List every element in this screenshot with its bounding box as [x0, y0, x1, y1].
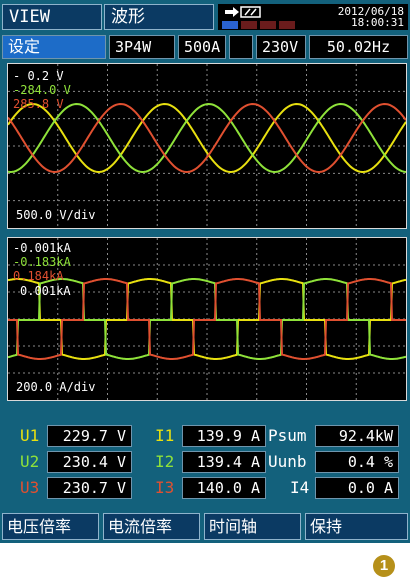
current-ch1-label: -0.001kA: [13, 241, 71, 255]
current-ch3-label: 0.184kA: [13, 269, 64, 283]
voltage-ratio-softkey[interactable]: 电压倍率: [2, 513, 99, 540]
uunb-label: Uunb: [268, 452, 307, 471]
voltage-scale-label: 500.0 V/div: [16, 208, 96, 222]
i1-value: 139.9 A: [182, 425, 266, 447]
time-axis-softkey[interactable]: 时间轴: [204, 513, 301, 540]
figure-number-badge: 1: [373, 555, 395, 577]
level-bar: [222, 21, 238, 29]
voltage-waveform-panel[interactable]: - 0.2 V -284.0 V 285.8 V 500.0 V/div: [7, 63, 407, 229]
u1-label: U1: [20, 426, 40, 445]
voltage-ch3-label: 285.8 V: [13, 97, 64, 111]
hold-softkey[interactable]: 保持: [305, 513, 408, 540]
status-area: 2012/06/18 18:00:31: [218, 4, 408, 30]
battery-plug-icon: [225, 6, 261, 18]
current-scale-label: 200.0 A/div: [16, 380, 96, 394]
current-waveform-panel[interactable]: -0.001kA -0.183kA 0.184kA 0.001kA 200.0 …: [7, 237, 407, 401]
voltage-ch1-label: - 0.2 V: [13, 69, 64, 83]
psum-value: 92.4kW: [315, 425, 399, 447]
level-bar: [241, 21, 257, 29]
current-range-field[interactable]: 500A: [178, 35, 226, 59]
level-bar: [260, 21, 276, 29]
uunb-value: 0.4 %: [315, 451, 399, 473]
meter-screen: VIEW 波形 2012/06/18 18:00:31 设定 3P4W 500A…: [0, 0, 410, 543]
wiring-field[interactable]: 3P4W: [109, 35, 175, 59]
frequency-field: 50.02Hz: [309, 35, 408, 59]
i2-label: I2: [155, 452, 175, 471]
u3-label: U3: [20, 478, 40, 497]
psum-label: Psum: [268, 426, 307, 445]
i3-label: I3: [155, 478, 175, 497]
setup-button[interactable]: 设定: [2, 35, 106, 59]
level-bar: [279, 21, 295, 29]
u1-value: 229.7 V: [47, 425, 132, 447]
voltage-range-field[interactable]: 230V: [256, 35, 306, 59]
view-title[interactable]: VIEW: [2, 4, 102, 30]
mode-title[interactable]: 波形: [104, 4, 214, 30]
current-ch2-label: -0.183kA: [13, 255, 71, 269]
voltage-ch2-label: -284.0 V: [13, 83, 71, 97]
i4-value: 0.0 A: [315, 477, 399, 499]
u2-label: U2: [20, 452, 40, 471]
u2-value: 230.4 V: [47, 451, 132, 473]
i1-label: I1: [155, 426, 175, 445]
i3-value: 140.0 A: [182, 477, 266, 499]
i2-value: 139.4 A: [182, 451, 266, 473]
blank-field: [229, 35, 253, 59]
current-ratio-softkey[interactable]: 电流倍率: [103, 513, 200, 540]
u3-value: 230.7 V: [47, 477, 132, 499]
i4-label: I4: [290, 478, 310, 497]
time-readout: 18:00:31: [351, 16, 404, 29]
current-ch4-label: 0.001kA: [20, 284, 71, 298]
